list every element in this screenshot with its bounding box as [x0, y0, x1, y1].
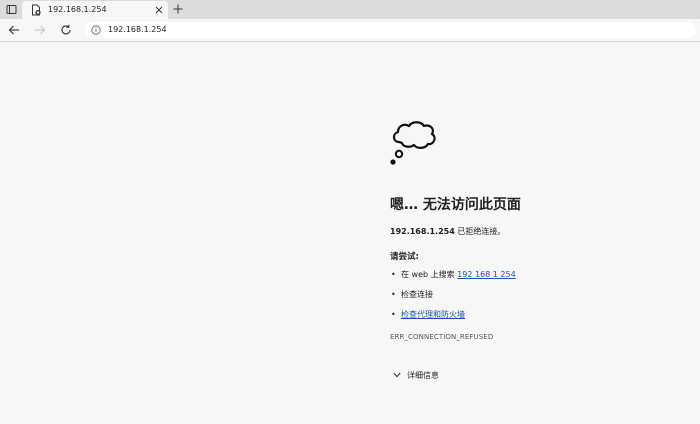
address-bar[interactable]: 192.168.1.254 — [84, 22, 696, 38]
active-tab[interactable]: 192.168.1.254 — [22, 1, 168, 19]
refresh-icon — [61, 24, 71, 35]
refused-text: 已拒绝连接。 — [454, 227, 506, 236]
close-icon — [155, 6, 163, 14]
bullet: • — [391, 290, 396, 299]
error-heading: 嗯… 无法访问此页面 — [390, 197, 521, 213]
tab-title: 192.168.1.254 — [48, 5, 107, 14]
forward-button[interactable] — [33, 23, 47, 37]
suggestion-search-prefix: 在 web 上搜索 — [401, 270, 458, 279]
thought-cloud-icon — [390, 121, 436, 165]
try-label: 请尝试: — [390, 252, 419, 262]
refused-message: 192.168.1.254 已拒绝连接。 — [390, 226, 505, 237]
search-web-link[interactable]: 192 168 1 254 — [457, 270, 516, 279]
details-button[interactable]: 详细信息 — [390, 368, 439, 382]
forward-arrow-icon — [35, 25, 46, 35]
new-tab-button[interactable] — [171, 2, 185, 16]
check-proxy-firewall-link[interactable]: 检查代理和防火墙 — [401, 310, 465, 319]
tab-actions-button[interactable] — [0, 0, 22, 19]
chevron-down-icon — [393, 372, 401, 378]
back-arrow-icon — [8, 25, 19, 35]
bullet: • — [391, 270, 396, 279]
error-code: ERR_CONNECTION_REFUSED — [390, 333, 494, 341]
browser-toolbar: 192.168.1.254 — [0, 19, 700, 42]
address-url[interactable]: 192.168.1.254 — [108, 24, 167, 36]
details-label: 详细信息 — [407, 370, 439, 380]
page-error-icon — [32, 4, 41, 16]
back-button[interactable] — [7, 23, 21, 37]
bullet: • — [391, 310, 396, 319]
refresh-button[interactable] — [59, 23, 73, 37]
tab-strip: 192.168.1.254 — [0, 0, 700, 19]
tab-actions-icon — [6, 5, 16, 14]
close-tab-button[interactable] — [153, 4, 165, 16]
info-icon[interactable] — [91, 25, 101, 35]
error-host: 192.168.1.254 — [390, 227, 455, 236]
check-connection-text: 检查连接 — [401, 290, 433, 299]
plus-icon — [173, 4, 183, 14]
